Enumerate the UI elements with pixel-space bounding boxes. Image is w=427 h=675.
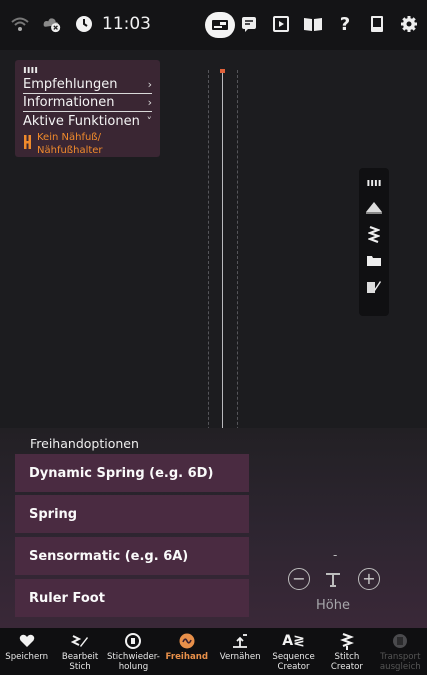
help-icon[interactable]: ?: [335, 14, 355, 35]
embroidery-icon[interactable]: [239, 14, 259, 34]
height-label: Höhe: [316, 598, 350, 613]
chevron-right-icon: ›: [147, 96, 152, 109]
freehand-title: Freihandoptionen: [30, 436, 139, 451]
nav-vernaehen[interactable]: Vernähen: [214, 628, 267, 675]
info-item-label: Informationen: [23, 95, 115, 110]
info-panel: ıııı Empfehlungen › Informationen › Akti…: [15, 60, 160, 157]
option-dynamic-spring[interactable]: Dynamic Spring (e.g. 6D): [15, 454, 249, 492]
nav-transportausgleich: Transport ausgleich: [374, 628, 427, 675]
transport-icon: [392, 630, 408, 652]
needle-marker: [220, 69, 225, 73]
needle-center-line: [222, 70, 223, 450]
freehand-icon: [178, 630, 196, 652]
folder-icon[interactable]: [363, 250, 385, 270]
nav-label: Bearbeit Stich: [61, 652, 99, 672]
option-spring[interactable]: Spring: [15, 495, 249, 533]
info-item-informationen[interactable]: Informationen ›: [23, 94, 152, 112]
cloud-error-icon[interactable]: [42, 14, 62, 34]
info-item-aktive-funktionen[interactable]: Aktive Funktionen ˅: [23, 112, 152, 130]
clock-icon: [74, 14, 94, 34]
active-function-text: Kein Nähfuß/ Nähfußhalter: [37, 132, 103, 156]
chevron-right-icon: ›: [147, 78, 152, 91]
chevron-down-icon: ˅: [146, 114, 153, 128]
grip-icon[interactable]: ıııı: [23, 64, 152, 76]
manual-icon[interactable]: [367, 14, 387, 34]
nav-label: Sequence Creator: [272, 652, 315, 672]
sewing-foot-icon[interactable]: [363, 198, 385, 218]
heart-icon: [19, 630, 35, 652]
guide-line-left: [208, 70, 209, 450]
nav-label: Transport ausgleich: [379, 652, 421, 672]
option-sensormatic[interactable]: Sensormatic (e.g. 6A): [15, 537, 249, 575]
info-item-empfehlungen[interactable]: Empfehlungen ›: [23, 76, 152, 94]
nav-speichern[interactable]: Speichern: [0, 628, 53, 675]
nav-label: Stichwieder- holung: [106, 652, 160, 672]
nav-bearbeit-stich[interactable]: Bearbeit Stich: [53, 628, 106, 675]
presser-foot-icon: [23, 134, 32, 149]
stitch-creator-icon: [339, 630, 354, 652]
right-toolbar: ıııı: [359, 168, 389, 316]
book-icon[interactable]: [303, 14, 323, 34]
info-item-label: Aktive Funktionen: [23, 113, 140, 129]
grip-icon[interactable]: ıııı: [363, 172, 385, 192]
tie-off-icon: [231, 630, 249, 652]
settings-icon[interactable]: [399, 14, 419, 34]
height-increase-button[interactable]: +: [358, 568, 380, 590]
height-value: -: [333, 548, 338, 562]
sequence-icon: A≷: [282, 633, 305, 649]
nav-stichwiederholung[interactable]: Stichwieder- holung: [107, 628, 160, 675]
nav-label: Vernähen: [219, 652, 261, 662]
machine-icon[interactable]: [205, 12, 235, 38]
height-decrease-button[interactable]: −: [288, 568, 310, 590]
nav-label: Speichern: [5, 652, 49, 662]
option-ruler-foot[interactable]: Ruler Foot: [15, 579, 249, 617]
nav-stitch-creator[interactable]: Stitch Creator: [320, 628, 373, 675]
wifi-icon[interactable]: [10, 14, 30, 34]
info-item-label: Empfehlungen: [23, 77, 118, 92]
status-bar: 11:03 ?: [0, 0, 427, 50]
clock-time: 11:03: [102, 14, 151, 34]
bottom-nav: Speichern Bearbeit Stich Stichwieder- ho…: [0, 628, 427, 675]
repeat-icon: [124, 630, 142, 652]
active-function-item: Kein Nähfuß/ Nähfußhalter: [23, 131, 152, 157]
stitch-icon[interactable]: [363, 224, 385, 244]
tutorial-icon[interactable]: [271, 14, 291, 34]
nav-label: Stitch Creator: [330, 652, 363, 672]
guide-line-right: [237, 70, 238, 450]
presser-foot-height-icon: [323, 570, 343, 594]
edit-icon[interactable]: [363, 276, 385, 296]
nav-label: Freihand: [165, 652, 209, 662]
edit-stitch-icon: [71, 630, 89, 652]
nav-sequence-creator[interactable]: A≷ Sequence Creator: [267, 628, 320, 675]
nav-freihand[interactable]: Freihand: [160, 628, 213, 675]
